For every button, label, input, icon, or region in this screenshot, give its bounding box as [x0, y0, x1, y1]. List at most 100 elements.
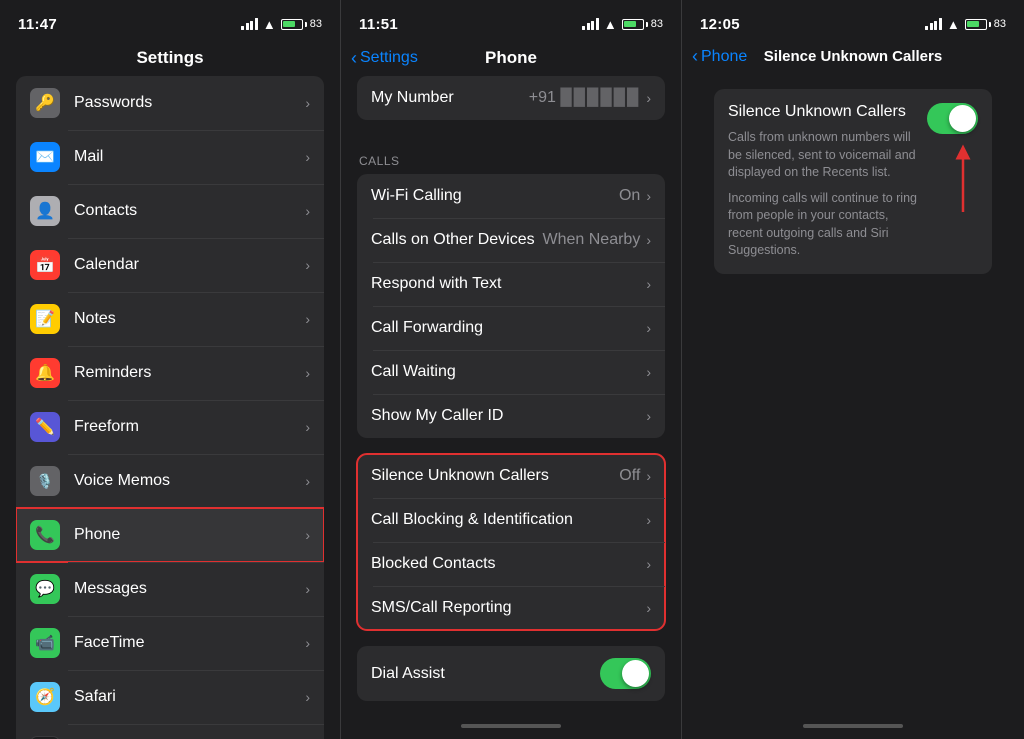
status-bar-middle: 11:51 ▲ 83 [341, 0, 681, 44]
phone-panel-title: Phone [485, 48, 537, 68]
wifi-calling-item[interactable]: Wi-Fi Calling On › [357, 174, 665, 218]
facetime-label: FaceTime [74, 634, 305, 652]
my-number-item[interactable]: My Number +91 ██████ › [357, 76, 665, 120]
signal-icon [241, 18, 258, 30]
settings-item-freeform[interactable]: ✏️ Freeform › [16, 400, 324, 454]
respond-text-item[interactable]: Respond with Text › [357, 262, 665, 306]
time-left: 11:47 [18, 16, 57, 33]
voice-memos-icon: 🎙️ [30, 466, 60, 496]
chevron-icon: › [305, 581, 310, 597]
chevron-icon: › [646, 512, 651, 528]
settings-item-messages[interactable]: 💬 Messages › [16, 562, 324, 616]
chevron-icon: › [646, 600, 651, 616]
settings-list-left: 🔑 Passwords › ✉️ Mail › 👤 Contacts › 📅 C… [0, 76, 340, 739]
nav-bar-right: ‹ Phone Silence Unknown Callers [682, 44, 1024, 73]
silence-toggle-item[interactable]: Silence Unknown Callers Calls from unkno… [714, 89, 992, 274]
show-caller-id-item[interactable]: Show My Caller ID › [357, 394, 665, 438]
calls-group: Wi-Fi Calling On › Calls on Other Device… [357, 174, 665, 438]
chevron-icon: › [646, 320, 651, 336]
calls-section-header: CALLS [341, 136, 681, 174]
chevron-icon: › [646, 232, 651, 248]
status-icons-middle: ▲ 83 [582, 17, 663, 32]
settings-item-safari[interactable]: 🧭 Safari › [16, 670, 324, 724]
wifi-icon: ▲ [947, 17, 960, 32]
calendar-label: Calendar [74, 256, 305, 274]
chevron-icon: › [646, 276, 651, 292]
silence-toggle-area [927, 103, 978, 222]
notes-label: Notes [74, 310, 305, 328]
mail-icon: ✉️ [30, 142, 60, 172]
signal-icon [925, 18, 942, 30]
silence-unknown-item[interactable]: Silence Unknown Callers Off › [357, 454, 665, 498]
chevron-icon: › [305, 311, 310, 327]
settings-item-mail[interactable]: ✉️ Mail › [16, 130, 324, 184]
chevron-icon: › [646, 364, 651, 380]
settings-group-left: 🔑 Passwords › ✉️ Mail › 👤 Contacts › 📅 C… [16, 76, 324, 739]
call-forwarding-item[interactable]: Call Forwarding › [357, 306, 665, 350]
silence-toggle[interactable] [927, 103, 978, 134]
settings-item-phone[interactable]: 📞 Phone › [16, 508, 324, 562]
settings-item-voice-memos[interactable]: 🎙️ Voice Memos › [16, 454, 324, 508]
back-button-middle[interactable]: ‹ Settings [351, 49, 418, 67]
phone-settings-list: My Number +91 ██████ › CALLS Wi-Fi Calli… [341, 76, 681, 713]
respond-text-label: Respond with Text [371, 275, 646, 293]
call-forwarding-label: Call Forwarding [371, 319, 646, 337]
sms-reporting-item[interactable]: SMS/Call Reporting › [357, 586, 665, 630]
call-waiting-label: Call Waiting [371, 363, 646, 381]
call-waiting-item[interactable]: Call Waiting › [357, 350, 665, 394]
blocked-contacts-label: Blocked Contacts [371, 555, 646, 573]
reminders-icon: 🔔 [30, 358, 60, 388]
voice-memos-label: Voice Memos [74, 472, 305, 490]
settings-item-calendar[interactable]: 📅 Calendar › [16, 238, 324, 292]
messages-label: Messages [74, 580, 305, 598]
freeform-icon: ✏️ [30, 412, 60, 442]
calls-other-devices-value: When Nearby [543, 231, 641, 249]
back-chevron-icon: ‹ [692, 47, 698, 65]
chevron-icon: › [646, 468, 651, 484]
facetime-icon: 📹 [30, 628, 60, 658]
chevron-icon: › [646, 408, 651, 424]
calls-other-devices-item[interactable]: Calls on Other Devices When Nearby › [357, 218, 665, 262]
wifi-calling-value: On [619, 187, 640, 205]
chevron-icon: › [305, 473, 310, 489]
mail-label: Mail [74, 148, 305, 166]
settings-item-reminders[interactable]: 🔔 Reminders › [16, 346, 324, 400]
my-number-group: My Number +91 ██████ › [357, 76, 665, 120]
time-right: 12:05 [700, 16, 740, 33]
settings-item-notes[interactable]: 📝 Notes › [16, 292, 324, 346]
settings-item-stocks[interactable]: 📈 Stocks › [16, 724, 324, 739]
nav-bar-left: Settings [0, 44, 340, 76]
safari-label: Safari [74, 688, 305, 706]
blocked-contacts-item[interactable]: Blocked Contacts › [357, 542, 665, 586]
passwords-label: Passwords [74, 94, 305, 112]
dial-assist-item[interactable]: Dial Assist [357, 646, 665, 701]
calendar-icon: 📅 [30, 250, 60, 280]
signal-icon [582, 18, 599, 30]
settings-item-contacts[interactable]: 👤 Contacts › [16, 184, 324, 238]
freeform-label: Freeform [74, 418, 305, 436]
my-number-label: My Number [371, 89, 529, 107]
silence-toggle-group: Silence Unknown Callers Calls from unkno… [714, 89, 992, 274]
call-blocking-item[interactable]: Call Blocking & Identification › [357, 498, 665, 542]
chevron-icon: › [305, 635, 310, 651]
settings-item-facetime[interactable]: 📹 FaceTime › [16, 616, 324, 670]
silence-unknown-value: Off [619, 467, 640, 485]
settings-title: Settings [136, 48, 203, 68]
chevron-icon: › [305, 419, 310, 435]
back-button-right[interactable]: ‹ Phone [692, 48, 747, 66]
contacts-label: Contacts [74, 202, 305, 220]
home-indicator-right [682, 713, 1024, 739]
chevron-icon: › [646, 90, 651, 106]
dial-assist-toggle[interactable] [600, 658, 651, 689]
silence-unknown-label: Silence Unknown Callers [371, 467, 619, 485]
home-indicator-middle [341, 713, 681, 739]
status-icons-right: ▲ 83 [925, 17, 1006, 32]
safari-icon: 🧭 [30, 682, 60, 712]
settings-item-passwords[interactable]: 🔑 Passwords › [16, 76, 324, 130]
chevron-icon: › [305, 257, 310, 273]
silence-desc1: Calls from unknown numbers will be silen… [728, 129, 917, 182]
passwords-icon: 🔑 [30, 88, 60, 118]
back-label-right: Phone [701, 48, 747, 66]
dial-assist-group: Dial Assist [357, 646, 665, 701]
reminders-label: Reminders [74, 364, 305, 382]
